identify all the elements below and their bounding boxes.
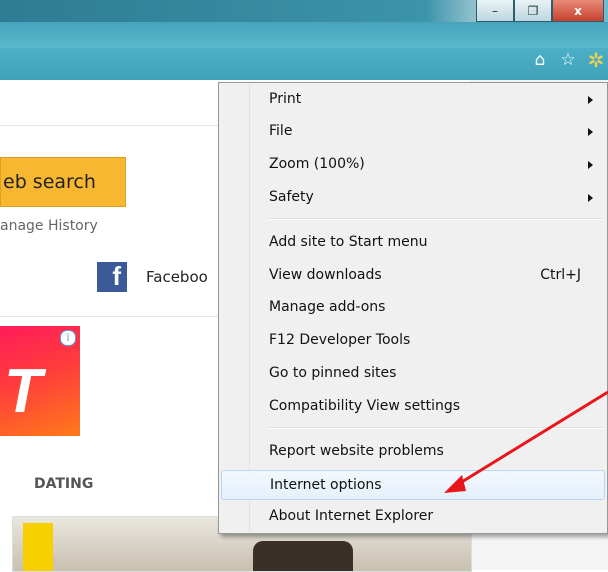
menu-item-report-website-problems[interactable]: Report website problems bbox=[221, 437, 605, 467]
menu-item-shortcut: Ctrl+J bbox=[540, 267, 581, 283]
facebook-link[interactable]: Faceboo bbox=[146, 268, 208, 286]
menu-item-add-site-to-start-menu[interactable]: Add site to Start menu bbox=[221, 228, 605, 258]
menu-item-safety[interactable]: Safety bbox=[221, 183, 605, 213]
menu-item-manage-add-ons[interactable]: Manage add-ons bbox=[221, 293, 605, 323]
manage-history-link[interactable]: anage History bbox=[0, 218, 98, 234]
window-title-bar: – ❐ x bbox=[0, 0, 608, 48]
web-search-label: eb search bbox=[3, 171, 96, 193]
ad-logo: T bbox=[4, 357, 42, 426]
menu-item-about-internet-explorer[interactable]: About Internet Explorer bbox=[221, 502, 605, 532]
submenu-arrow-icon bbox=[588, 194, 593, 202]
command-bar bbox=[0, 48, 608, 80]
dating-label[interactable]: DATING bbox=[34, 476, 93, 492]
submenu-arrow-icon bbox=[588, 96, 593, 104]
close-button[interactable]: x bbox=[552, 0, 604, 22]
web-search-button[interactable]: eb search bbox=[0, 157, 126, 207]
menu-item-label: View downloads bbox=[269, 267, 382, 283]
menu-item-label: Compatibility View settings bbox=[269, 398, 461, 414]
image-dark-object bbox=[253, 541, 353, 571]
menu-item-label: F12 Developer Tools bbox=[269, 332, 411, 348]
restore-icon: ❐ bbox=[527, 3, 539, 18]
menu-item-label: Safety bbox=[269, 189, 314, 205]
menu-item-go-to-pinned-sites[interactable]: Go to pinned sites bbox=[221, 359, 605, 389]
menu-item-label: Manage add-ons bbox=[269, 299, 386, 315]
ad-info-icon[interactable]: i bbox=[60, 330, 76, 346]
menu-item-label: File bbox=[269, 123, 293, 139]
menu-item-label: Report website problems bbox=[269, 443, 444, 459]
menu-item-label: Zoom (100%) bbox=[269, 156, 365, 172]
restore-button[interactable]: ❐ bbox=[514, 0, 552, 22]
menu-item-internet-options[interactable]: Internet options bbox=[221, 470, 605, 500]
tools-menu: Print File Zoom (100%) Safety Add site t… bbox=[218, 82, 608, 534]
menu-item-view-downloads[interactable]: View downloads Ctrl+J bbox=[221, 261, 605, 291]
minimize-button[interactable]: – bbox=[476, 0, 514, 22]
window-controls: – ❐ x bbox=[476, 0, 604, 22]
menu-item-label: About Internet Explorer bbox=[269, 508, 434, 524]
menu-item-label: Print bbox=[269, 91, 302, 107]
tools-gear-icon[interactable]: ✲ bbox=[586, 48, 606, 72]
menu-item-compatibility-view-settings[interactable]: Compatibility View settings bbox=[221, 392, 605, 422]
image-yellow-block bbox=[23, 523, 53, 571]
menu-item-label: Internet options bbox=[270, 477, 382, 493]
submenu-arrow-icon bbox=[588, 161, 593, 169]
minimize-icon: – bbox=[492, 3, 498, 18]
submenu-arrow-icon bbox=[588, 128, 593, 136]
menu-separator bbox=[267, 218, 603, 220]
close-icon: x bbox=[574, 3, 582, 18]
facebook-logo-letter: f bbox=[112, 261, 121, 291]
home-icon[interactable]: ⌂ bbox=[530, 50, 550, 70]
menu-item-zoom[interactable]: Zoom (100%) bbox=[221, 150, 605, 180]
menu-item-label: Add site to Start menu bbox=[269, 234, 428, 250]
menu-separator bbox=[267, 427, 603, 429]
menu-item-label: Go to pinned sites bbox=[269, 365, 397, 381]
menu-item-file[interactable]: File bbox=[221, 117, 605, 147]
facebook-icon[interactable]: f bbox=[97, 261, 127, 292]
browser-toolbar-icons: ⌂ ☆ ✲ bbox=[530, 48, 606, 72]
menu-item-print[interactable]: Print bbox=[221, 85, 605, 115]
menu-item-f12-developer-tools[interactable]: F12 Developer Tools bbox=[221, 326, 605, 356]
favorites-star-icon[interactable]: ☆ bbox=[558, 50, 578, 70]
